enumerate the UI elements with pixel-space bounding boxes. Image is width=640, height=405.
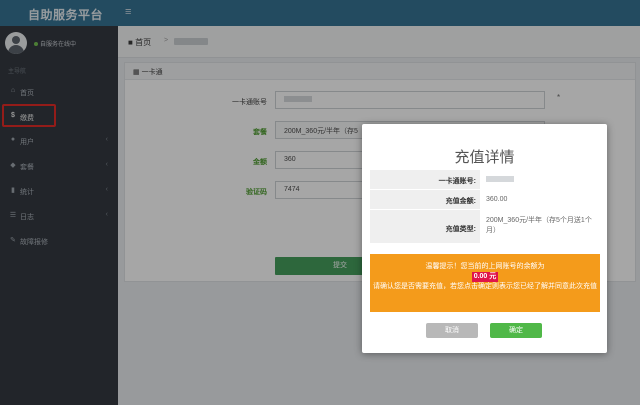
recharge-detail-modal: 充值详情 一卡通账号: 充值金额: 360.00 充值类型: 200M_360元…	[362, 124, 607, 353]
warning-line2: 请确认您是否需要充值，若您点击确定则表示您已经了解并同意此次充值	[373, 283, 597, 290]
row-value: 200M_360元/半年（存5个月送1个月）	[486, 217, 592, 234]
row-key: 充值金额:	[370, 190, 480, 209]
table-row: 充值金额: 360.00	[370, 190, 600, 210]
modal-title: 充值详情	[454, 149, 515, 166]
warning-line1: 温馨提示！您当前的上网账号的余额为	[425, 263, 545, 270]
account-value-redacted	[486, 176, 514, 183]
row-value: 360.00	[486, 196, 508, 203]
balance-warning: 温馨提示！您当前的上网账号的余额为 0.00 元 请确认您是否需要充值，若您点击…	[370, 254, 600, 312]
confirm-button[interactable]: 确定	[490, 323, 542, 338]
table-row: 一卡通账号:	[370, 170, 600, 190]
row-key: 一卡通账号:	[370, 170, 480, 189]
recharge-info-table: 一卡通账号: 充值金额: 360.00 充值类型: 200M_360元/半年（存…	[370, 170, 600, 244]
table-row: 充值类型: 200M_360元/半年（存5个月送1个月）	[370, 210, 600, 244]
cancel-button[interactable]: 取消	[426, 323, 478, 338]
balance-amount: 0.00 元	[471, 272, 499, 282]
row-value	[480, 170, 600, 189]
row-key: 充值类型:	[370, 210, 480, 243]
